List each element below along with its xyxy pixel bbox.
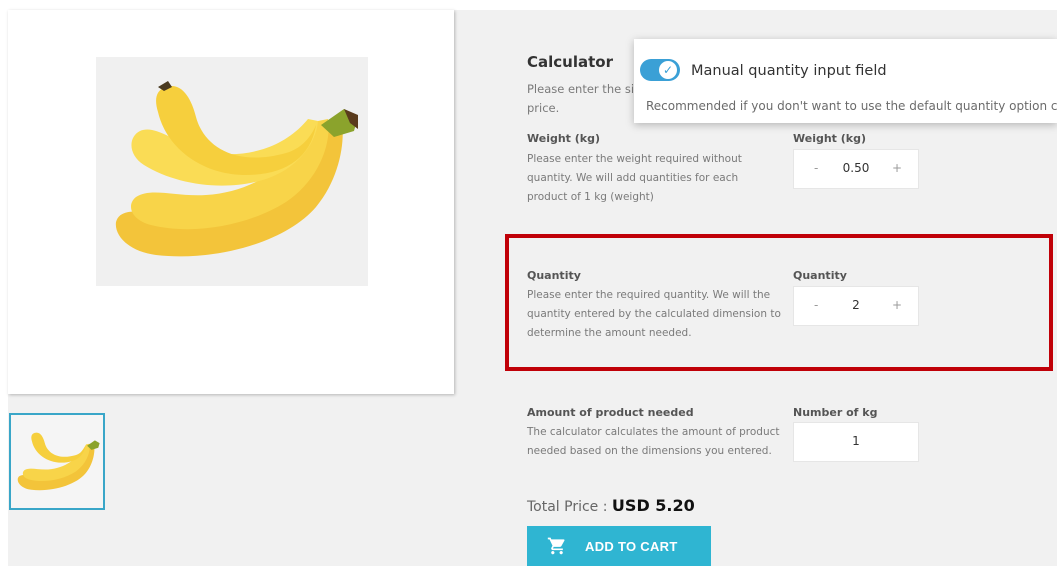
- manual-quantity-help-text: Recommended if you don't want to use the…: [646, 99, 1057, 113]
- amount-kg-field[interactable]: 1: [793, 422, 919, 462]
- manual-quantity-popup: ✓ Manual quantity input field Recommende…: [634, 39, 1057, 123]
- product-main-image-frame: [8, 10, 454, 394]
- checkmark-icon: ✓: [658, 60, 678, 80]
- amount-input-label: Number of kg: [793, 406, 878, 419]
- amount-description: The calculator calculates the amount of …: [527, 423, 787, 461]
- amount-description-line: needed based on the dimensions you enter…: [527, 445, 772, 457]
- total-price-value: USD 5.20: [611, 496, 695, 515]
- manual-quantity-toggle-label: Manual quantity input field: [691, 63, 887, 79]
- weight-input-label: Weight (kg): [793, 132, 867, 145]
- product-thumbnail[interactable]: [9, 413, 105, 510]
- banana-thumbnail-image: [17, 432, 100, 491]
- weight-increment-button[interactable]: +: [892, 161, 902, 175]
- total-price: Total Price : USD 5.20: [527, 496, 695, 515]
- weight-stepper: - 0.50 +: [793, 149, 919, 189]
- total-price-label: Total Price :: [527, 499, 612, 515]
- weight-description-line: Please enter the weight required without: [527, 153, 742, 165]
- shopping-cart-icon: [547, 537, 565, 555]
- weight-label: Weight (kg): [527, 132, 601, 145]
- add-to-cart-label: ADD TO CART: [585, 539, 678, 554]
- banana-image: [115, 81, 358, 257]
- manual-quantity-toggle[interactable]: ✓: [640, 59, 680, 81]
- quantity-highlight-box: [505, 234, 1053, 371]
- amount-description-line: The calculator calculates the amount of …: [527, 426, 780, 438]
- amount-label: Amount of product needed: [527, 406, 694, 419]
- amount-kg-value: 1: [852, 434, 860, 448]
- weight-description-line: product of 1 kg (weight): [527, 191, 654, 203]
- add-to-cart-button[interactable]: ADD TO CART: [527, 526, 711, 566]
- weight-description: Please enter the weight required without…: [527, 150, 777, 207]
- weight-description-line: quantity. We will add quantities for eac…: [527, 172, 739, 184]
- calculator-title: Calculator: [527, 53, 613, 71]
- product-main-image[interactable]: [96, 57, 368, 286]
